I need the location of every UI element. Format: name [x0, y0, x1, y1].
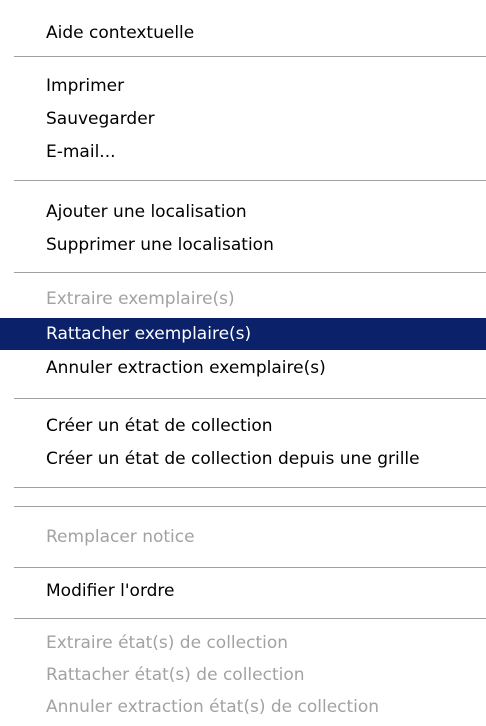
menu-item-rattacher-exemplaires[interactable]: Rattacher exemplaire(s): [0, 318, 486, 350]
menu-item-sauvegarder[interactable]: Sauvegarder: [0, 103, 486, 135]
menu-item-creer-etat-collection-grille[interactable]: Créer un état de collection depuis une g…: [0, 443, 486, 475]
menu-separator: [14, 398, 486, 400]
menu-separator: [14, 487, 486, 489]
menu-item-remplacer-notice: Remplacer notice: [46, 527, 195, 547]
menu-item-annuler-extraction-etats-collection: Annuler extraction état(s) de collection: [46, 697, 380, 717]
menu-item-extraire-etats-collection: Extraire état(s) de collection: [46, 633, 289, 653]
menu-separator: [14, 56, 486, 58]
menu-separator: [14, 180, 486, 182]
menu-item-imprimer[interactable]: Imprimer: [0, 70, 486, 102]
menu-item-modifier-ordre[interactable]: Modifier l'ordre: [0, 575, 486, 607]
menu-item-rattacher-etats-collection: Rattacher état(s) de collection: [46, 665, 305, 685]
menu-separator: [14, 618, 486, 620]
menu-item-ajouter-localisation[interactable]: Ajouter une localisation: [0, 196, 486, 228]
menu-item-creer-etat-collection[interactable]: Créer un état de collection: [0, 410, 486, 442]
menu-separator: [14, 567, 486, 569]
menu-separator: [14, 506, 486, 508]
menu-item-aide-contextuelle[interactable]: Aide contextuelle: [0, 17, 486, 49]
menu-item-email[interactable]: E-mail...: [0, 136, 486, 168]
menu-item-annuler-extraction-exemplaires[interactable]: Annuler extraction exemplaire(s): [0, 352, 486, 384]
menu-item-supprimer-localisation[interactable]: Supprimer une localisation: [0, 229, 486, 261]
context-menu: Aide contextuelle Imprimer Sauvegarder E…: [0, 0, 486, 726]
menu-item-extraire-exemplaires: Extraire exemplaire(s): [46, 289, 235, 309]
menu-separator: [14, 272, 486, 274]
